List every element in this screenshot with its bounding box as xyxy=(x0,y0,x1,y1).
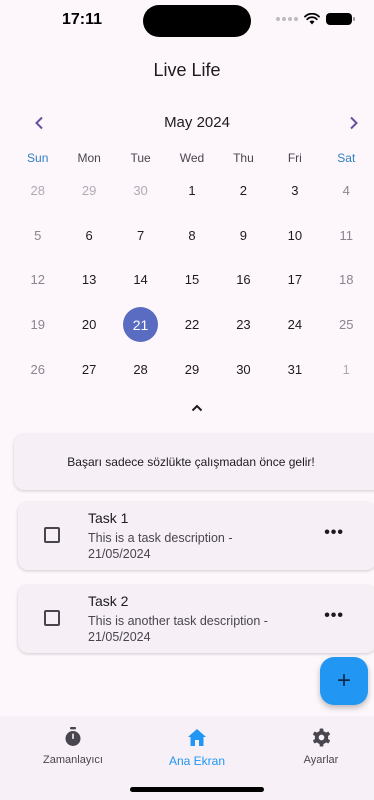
calendar-day[interactable]: 25 xyxy=(321,302,372,347)
gear-icon xyxy=(312,726,331,748)
plus-icon: + xyxy=(336,667,351,694)
calendar-day[interactable]: 27 xyxy=(63,347,114,392)
calendar-day[interactable]: 8 xyxy=(166,213,217,258)
selected-day-label: 21 xyxy=(123,307,159,343)
weekday-label: Sat xyxy=(337,151,356,165)
calendar-header: May 2024 xyxy=(0,112,374,134)
more-options-icon[interactable]: ••• xyxy=(324,607,344,625)
task-card[interactable]: Task 1 This is a task description - 21/0… xyxy=(18,502,374,570)
calendar-day[interactable]: 1 xyxy=(166,168,217,213)
calendar-day[interactable]: 16 xyxy=(218,258,269,303)
calendar-day[interactable]: 12 xyxy=(12,258,63,303)
calendar-day[interactable]: 28 xyxy=(12,168,63,213)
app-title: Live Life xyxy=(153,60,221,80)
calendar-day[interactable]: 29 xyxy=(63,168,114,213)
calendar-day[interactable]: 5 xyxy=(12,213,63,258)
wifi-icon xyxy=(304,13,320,25)
more-options-icon[interactable]: ••• xyxy=(324,524,344,542)
calendar-day[interactable]: 26 xyxy=(12,347,63,392)
calendar-day[interactable]: 31 xyxy=(269,347,320,392)
home-icon xyxy=(188,726,206,748)
task-card[interactable]: Task 2 This is another task description … xyxy=(18,585,374,653)
dynamic-island xyxy=(143,5,251,37)
task-description: This is another task description - 21/05… xyxy=(88,614,268,644)
status-time: 17:11 xyxy=(62,11,103,28)
weekday-row: Sun Mon Tue Wed Thu Fri Sat xyxy=(12,151,372,165)
calendar-day[interactable]: 18 xyxy=(321,258,372,303)
calendar-day[interactable]: 29 xyxy=(166,347,217,392)
calendar-day[interactable]: 17 xyxy=(269,258,320,303)
status-bar: 17:11 xyxy=(0,0,374,44)
nav-label: Ayarlar xyxy=(303,754,339,766)
calendar-day[interactable]: 1 xyxy=(321,347,372,392)
task-title: Task 2 xyxy=(88,593,129,609)
task-checkbox[interactable] xyxy=(44,610,60,626)
calendar-day[interactable]: 22 xyxy=(166,302,217,347)
calendar-day[interactable]: 11 xyxy=(321,213,372,258)
calendar-day[interactable]: 13 xyxy=(63,258,114,303)
calendar-day[interactable]: 15 xyxy=(166,258,217,303)
calendar-day[interactable]: 19 xyxy=(12,302,63,347)
weekday-label: Tue xyxy=(130,151,151,165)
calendar-day[interactable]: 6 xyxy=(63,213,114,258)
calendar-day[interactable]: 9 xyxy=(218,213,269,258)
calendar-day[interactable]: 28 xyxy=(115,347,166,392)
calendar-day[interactable]: 10 xyxy=(269,213,320,258)
month-label: May 2024 xyxy=(164,114,230,131)
signal-icon xyxy=(276,17,298,21)
weekday-label: Fri xyxy=(287,151,302,165)
task-title: Task 1 xyxy=(88,510,129,526)
calendar-day[interactable]: 7 xyxy=(115,213,166,258)
calendar-day[interactable]: 3 xyxy=(269,168,320,213)
quote-text: Başarı sadece sözlükte çalışmadan önce g… xyxy=(67,455,315,469)
nav-item-settings[interactable]: Ayarlar xyxy=(261,726,374,766)
nav-label: Zamanlayıcı xyxy=(43,754,103,766)
weekday-label: Wed xyxy=(179,151,205,165)
calendar-day-selected[interactable]: 21 xyxy=(115,302,166,347)
calendar-day[interactable]: 4 xyxy=(321,168,372,213)
nav-item-timer[interactable]: Zamanlayıcı xyxy=(13,726,133,766)
calendar-grid: 28 29 30 1 2 3 4 5 6 7 8 9 10 11 12 13 1… xyxy=(12,168,372,392)
status-icons xyxy=(276,13,355,25)
task-checkbox[interactable] xyxy=(44,527,60,543)
weekday-label: Thu xyxy=(233,151,254,165)
weekday-label: Sun xyxy=(27,151,49,165)
timer-icon xyxy=(64,726,82,748)
weekday-label: Mon xyxy=(77,151,101,165)
add-task-button[interactable]: + xyxy=(320,657,368,705)
quote-card: Başarı sadece sözlükte çalışmadan önce g… xyxy=(14,434,374,490)
task-description: This is a task description - 21/05/2024 xyxy=(88,531,233,561)
calendar-day[interactable]: 30 xyxy=(115,168,166,213)
calendar-day[interactable]: 23 xyxy=(218,302,269,347)
calendar-day[interactable]: 2 xyxy=(218,168,269,213)
nav-label: Ana Ekran xyxy=(168,754,226,768)
calendar-day[interactable]: 24 xyxy=(269,302,320,347)
home-indicator xyxy=(130,787,264,792)
chevron-right-icon[interactable] xyxy=(342,112,366,134)
calendar-day[interactable]: 14 xyxy=(115,258,166,303)
battery-icon xyxy=(326,13,355,25)
calendar-day[interactable]: 30 xyxy=(218,347,269,392)
calendar-day[interactable]: 20 xyxy=(63,302,114,347)
nav-item-home[interactable]: Ana Ekran xyxy=(137,726,257,768)
chevron-up-icon[interactable] xyxy=(187,398,207,418)
